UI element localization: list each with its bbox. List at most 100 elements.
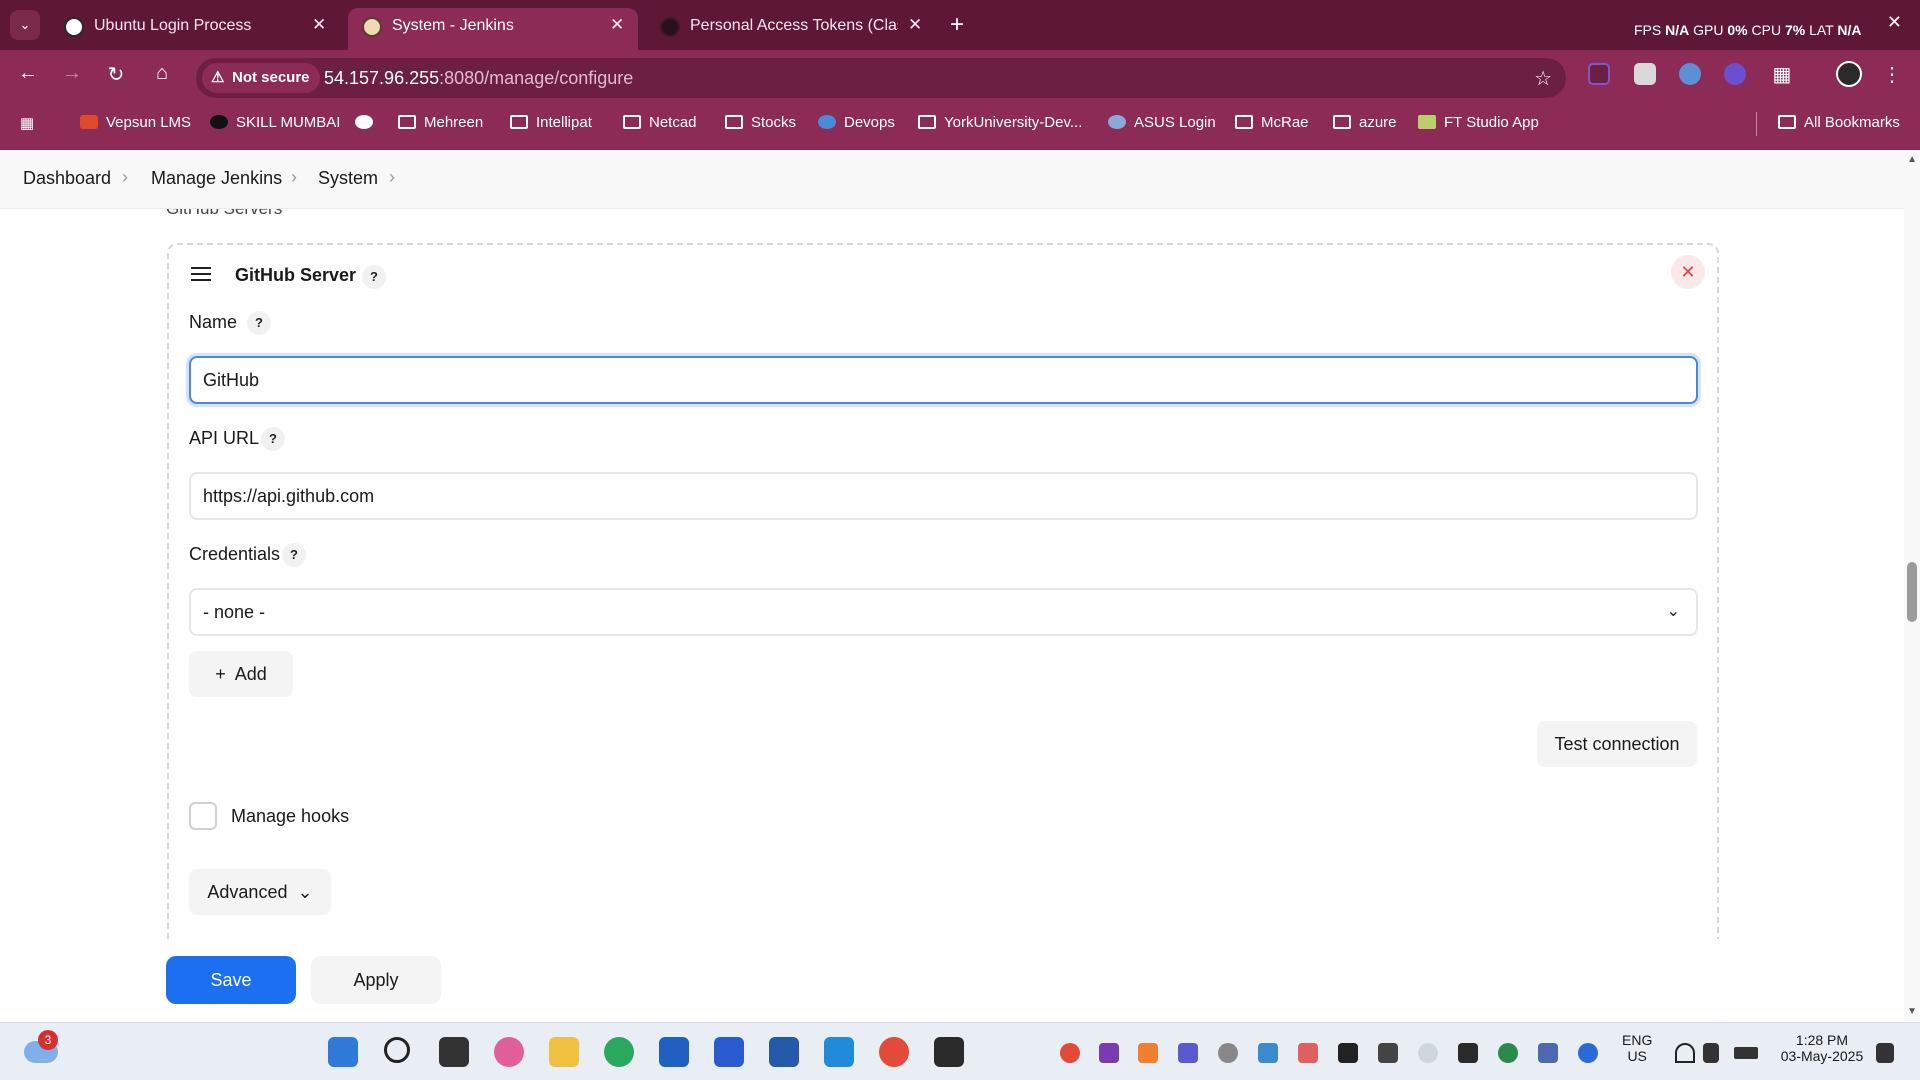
volume-icon[interactable]	[1703, 1043, 1719, 1063]
security-icon[interactable]	[1538, 1043, 1558, 1063]
tray-app-icon[interactable]	[1218, 1043, 1238, 1063]
tray-app-icon[interactable]	[1378, 1043, 1398, 1063]
bookmark-york-university[interactable]: YorkUniversity-Dev...	[918, 114, 1082, 131]
tray-app-icon[interactable]	[1498, 1043, 1518, 1063]
forward-icon[interactable]: →	[60, 62, 84, 85]
new-tab-button[interactable]: +	[950, 11, 964, 39]
remove-server-button[interactable]: ✕	[1671, 255, 1705, 289]
apps-grid-icon[interactable]: ▦	[20, 114, 34, 132]
bookmark-mcrae[interactable]: McRae	[1235, 114, 1309, 131]
bookmark-mehreen[interactable]: Mehreen	[398, 114, 483, 131]
copilot-icon[interactable]	[494, 1037, 524, 1067]
bookmark-intellipat[interactable]: Intellipat	[510, 114, 592, 131]
breadcrumb: Dashboard › Manage Jenkins › System ›	[0, 150, 1904, 209]
credentials-select[interactable]: - none - ⌄	[189, 588, 1698, 636]
language-indicator[interactable]: ENG US	[1622, 1032, 1652, 1064]
task-view-icon[interactable]	[439, 1037, 469, 1067]
bookmark-asus-login[interactable]: ASUS Login	[1108, 114, 1216, 131]
battery-icon[interactable]	[1734, 1047, 1758, 1059]
word-icon[interactable]	[769, 1037, 799, 1067]
help-icon[interactable]: ?	[261, 427, 285, 451]
jenkins-icon	[362, 17, 382, 37]
help-icon[interactable]: ?	[282, 543, 306, 567]
apply-button[interactable]: Apply	[311, 956, 441, 1004]
bookmark-netcad[interactable]: Netcad	[623, 114, 697, 131]
extension-icon[interactable]	[1724, 63, 1746, 85]
add-credentials-button[interactable]: + Add	[189, 651, 293, 697]
bookmark-skill-mumbai[interactable]: SKILL MUMBAI	[210, 114, 340, 131]
breadcrumb-manage-jenkins[interactable]: Manage Jenkins	[151, 168, 282, 189]
profile-avatar[interactable]	[1836, 61, 1862, 87]
edge-icon[interactable]	[604, 1037, 634, 1067]
address-bar[interactable]: ⚠ Not secure 54.157.96.255:8080/manage/c…	[196, 58, 1566, 98]
help-icon[interactable]: ?	[247, 311, 271, 335]
breadcrumb-dashboard[interactable]: Dashboard	[23, 168, 111, 189]
tray-app-icon[interactable]	[1338, 1043, 1358, 1063]
chevron-right-icon: ›	[389, 167, 395, 187]
azure-data-studio-icon[interactable]	[714, 1037, 744, 1067]
all-bookmarks[interactable]: All Bookmarks	[1778, 114, 1900, 131]
microsoft-store-icon[interactable]	[659, 1037, 689, 1067]
api-url-input[interactable]	[189, 472, 1698, 520]
file-explorer-icon[interactable]	[549, 1037, 579, 1067]
bookmark-azure[interactable]: azure	[1333, 114, 1397, 131]
close-tab-icon[interactable]: ✕	[908, 15, 922, 35]
tray-app-icon[interactable]	[1258, 1043, 1278, 1063]
wifi-icon[interactable]	[1675, 1043, 1695, 1063]
bookmark-ft-studio-app[interactable]: FT Studio App	[1418, 114, 1539, 131]
manage-hooks-checkbox[interactable]	[189, 802, 217, 830]
tab-search-button[interactable]: ⌄	[10, 10, 40, 40]
chrome-tray-icon[interactable]	[1060, 1043, 1080, 1063]
notifications-bell-icon[interactable]	[1876, 1043, 1894, 1063]
clock[interactable]: 1:28 PM 03-May-2025	[1772, 1032, 1872, 1064]
back-icon[interactable]: ←	[16, 62, 40, 85]
breadcrumb-system[interactable]: System	[318, 168, 378, 189]
windows-start-icon[interactable]	[328, 1037, 358, 1067]
bookmark-devops[interactable]: Devops	[818, 114, 895, 131]
bookmark-vepsun-lms[interactable]: Vepsun LMS	[80, 114, 191, 131]
bookmark-globe[interactable]	[355, 114, 381, 131]
reload-icon[interactable]: ↻	[104, 62, 128, 87]
extension-icon[interactable]	[1588, 63, 1610, 85]
extension-icon[interactable]	[1679, 63, 1701, 85]
onedrive-icon[interactable]	[1418, 1043, 1438, 1063]
browser-menu-icon[interactable]: ⋮	[1880, 62, 1904, 87]
tab-ubuntu-login[interactable]: Ubuntu Login Process ✕	[50, 8, 340, 50]
folder-icon	[1235, 115, 1253, 129]
close-tab-icon[interactable]: ✕	[312, 15, 326, 35]
chrome-icon[interactable]	[879, 1037, 909, 1067]
home-icon[interactable]: ⌂	[150, 62, 174, 85]
name-input[interactable]	[189, 356, 1698, 404]
scroll-up-icon[interactable]: ▲	[1907, 154, 1917, 165]
tab-system-jenkins[interactable]: System - Jenkins ✕	[348, 8, 638, 50]
tray-app-icon[interactable]	[1138, 1043, 1158, 1063]
close-tab-icon[interactable]: ✕	[610, 15, 624, 35]
vscode-icon[interactable]	[824, 1037, 854, 1067]
drag-handle-icon[interactable]	[191, 267, 211, 285]
advanced-button[interactable]: Advanced ⌄	[189, 869, 331, 915]
extensions-puzzle-icon[interactable]: ▦	[1770, 62, 1794, 87]
scroll-thumb[interactable]	[1907, 562, 1917, 622]
page-scrollbar[interactable]: ▲ ▼	[1904, 150, 1920, 1022]
test-connection-button[interactable]: Test connection	[1537, 721, 1697, 767]
help-icon[interactable]: ?	[362, 265, 386, 289]
chevron-down-icon: ⌄	[19, 17, 31, 32]
bookmark-star-icon[interactable]: ☆	[1534, 66, 1552, 91]
security-chip[interactable]: ⚠ Not secure	[202, 63, 320, 93]
bookmark-stocks[interactable]: Stocks	[725, 114, 796, 131]
extension-icon[interactable]	[1634, 63, 1656, 85]
save-button[interactable]: Save	[166, 956, 296, 1004]
tab-title: System - Jenkins	[392, 17, 514, 34]
nvidia-icon[interactable]	[1458, 1043, 1478, 1063]
bluetooth-icon[interactable]	[1578, 1043, 1598, 1063]
onenote-icon[interactable]	[1099, 1043, 1119, 1063]
teams-icon[interactable]	[1178, 1043, 1198, 1063]
scroll-down-icon[interactable]: ▼	[1907, 1006, 1917, 1017]
window-close-icon[interactable]: ✕	[1887, 12, 1902, 33]
search-icon[interactable]	[384, 1037, 410, 1063]
plus-icon: +	[950, 11, 965, 38]
tray-app-icon[interactable]	[1298, 1043, 1318, 1063]
tab-personal-access-tokens[interactable]: Personal Access Tokens (Classic) ✕	[646, 8, 936, 50]
terminal-icon[interactable]	[934, 1037, 964, 1067]
folder-icon	[725, 115, 743, 129]
